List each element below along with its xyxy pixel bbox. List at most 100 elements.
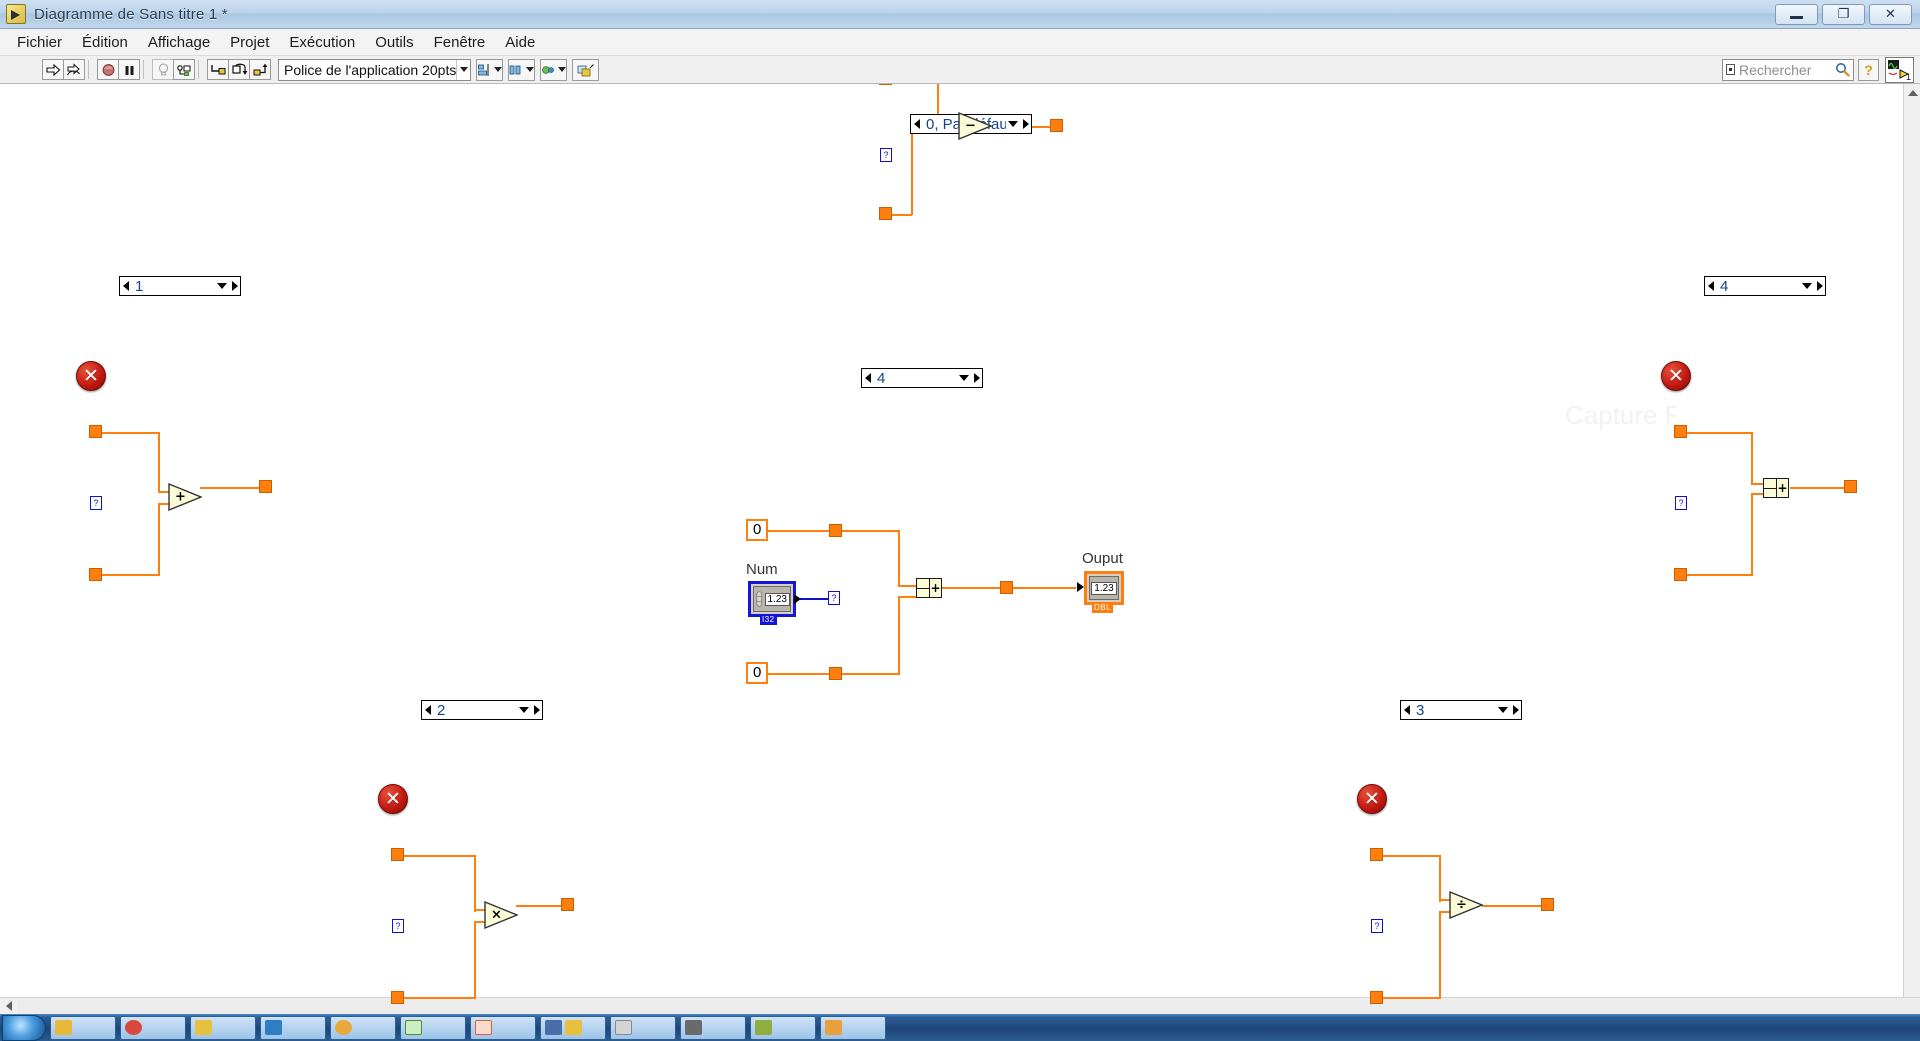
step-into-button[interactable] bbox=[207, 59, 229, 80]
case-1-selector[interactable]: 1 bbox=[119, 276, 241, 296]
minimize-button[interactable] bbox=[1775, 3, 1818, 25]
run-continuously-button[interactable] bbox=[63, 59, 85, 80]
highlight-execution-button[interactable] bbox=[152, 59, 174, 80]
search-input[interactable]: Rechercher bbox=[1722, 58, 1854, 81]
distribute-objects-button[interactable] bbox=[508, 58, 536, 81]
help-button[interactable]: ? bbox=[1858, 58, 1879, 81]
vertical-scrollbar[interactable] bbox=[1903, 84, 1920, 1014]
align-objects-button[interactable] bbox=[476, 58, 504, 81]
case-main-tunnel-in-bottom[interactable] bbox=[829, 667, 842, 680]
operator-divide-case3[interactable]: ÷ bbox=[1449, 891, 1483, 919]
resize-chevron-down-icon[interactable] bbox=[558, 67, 567, 72]
case-main-next-icon[interactable] bbox=[971, 369, 982, 387]
case-2-prev-icon[interactable] bbox=[422, 701, 433, 719]
menu-edition[interactable]: Édition bbox=[72, 31, 138, 54]
case-4r-selector[interactable]: 4 bbox=[1704, 276, 1826, 296]
case-main-tunnel-in-top[interactable] bbox=[829, 524, 842, 537]
case-2-tunnel-in-top[interactable] bbox=[391, 848, 404, 861]
step-over-button[interactable] bbox=[228, 59, 250, 80]
case-4r-tunnel-in-bottom[interactable] bbox=[1674, 568, 1687, 581]
menu-fichier[interactable]: Fichier bbox=[7, 31, 72, 54]
case-4r-tunnel-out[interactable] bbox=[1844, 480, 1857, 493]
taskbar-item-4[interactable] bbox=[260, 1015, 326, 1040]
ouput-indicator-terminal[interactable]: 1.23 bbox=[1084, 571, 1124, 605]
menu-outils[interactable]: Outils bbox=[365, 31, 423, 54]
menu-fenetre[interactable]: Fenêtre bbox=[424, 31, 496, 54]
case-default-tunnel-out[interactable] bbox=[1050, 119, 1063, 132]
case-main-prev-icon[interactable] bbox=[862, 369, 873, 387]
case-main-selector-terminal[interactable]: ? bbox=[828, 591, 840, 605]
case-1-selector-terminal[interactable]: ? bbox=[90, 496, 102, 510]
taskbar-item-7[interactable] bbox=[470, 1015, 536, 1040]
case-3-tunnel-in-bottom[interactable] bbox=[1370, 991, 1383, 1004]
case-3-error-badge[interactable] bbox=[1357, 784, 1387, 814]
case-2-tunnel-out[interactable] bbox=[561, 898, 574, 911]
case-4r-tunnel-in-top[interactable] bbox=[1674, 425, 1687, 438]
run-button[interactable] bbox=[42, 59, 64, 80]
operator-add-case4right[interactable]: + bbox=[1763, 478, 1789, 498]
horizontal-scroll-track[interactable] bbox=[17, 998, 1920, 1014]
case-3-selector[interactable]: 3 bbox=[1400, 700, 1522, 720]
operator-subtract[interactable]: − bbox=[958, 112, 992, 140]
restore-button[interactable]: ❐ bbox=[1822, 3, 1865, 25]
operator-add-case1[interactable]: + bbox=[168, 483, 202, 511]
taskbar-item-10[interactable] bbox=[680, 1015, 746, 1040]
case-1-tunnel-in-top[interactable] bbox=[89, 425, 102, 438]
case-2-error-badge[interactable] bbox=[378, 784, 408, 814]
case-main-tunnel-out[interactable] bbox=[1000, 581, 1013, 594]
case-1-next-icon[interactable] bbox=[229, 277, 240, 295]
case-structure-2[interactable] bbox=[393, 713, 571, 937]
case-2-selector-terminal[interactable]: ? bbox=[392, 919, 404, 933]
case-3-prev-icon[interactable] bbox=[1401, 701, 1412, 719]
case-default-prev-icon[interactable] bbox=[911, 115, 922, 133]
case-3-tunnel-out[interactable] bbox=[1541, 898, 1554, 911]
taskbar-item-8[interactable] bbox=[540, 1015, 606, 1040]
taskbar-item-9[interactable] bbox=[610, 1015, 676, 1040]
case-4r-error-badge[interactable] bbox=[1661, 361, 1691, 391]
case-structure-1[interactable] bbox=[91, 289, 269, 513]
case-4r-prev-icon[interactable] bbox=[1705, 277, 1716, 295]
numeric-constant-top[interactable]: 0 bbox=[746, 519, 769, 541]
case-1-tunnel-in-bottom[interactable] bbox=[89, 568, 102, 581]
case-default-next-icon[interactable] bbox=[1020, 115, 1031, 133]
num-control-terminal[interactable]: 1.23 bbox=[748, 581, 796, 617]
font-selector-chevron-down-icon[interactable] bbox=[456, 59, 470, 80]
case-3-tunnel-in-top[interactable] bbox=[1370, 848, 1383, 861]
close-button[interactable]: ✕ bbox=[1869, 3, 1912, 25]
abort-execution-button[interactable] bbox=[97, 59, 119, 80]
operator-add-main[interactable]: + bbox=[916, 578, 942, 598]
scroll-up-button[interactable] bbox=[1904, 84, 1920, 101]
case-default-tunnel-in-top[interactable] bbox=[879, 84, 892, 85]
operator-multiply-case2[interactable]: × bbox=[484, 901, 518, 929]
case-3-next-icon[interactable] bbox=[1510, 701, 1521, 719]
case-1-chevron-down-icon[interactable] bbox=[215, 277, 229, 295]
case-2-chevron-down-icon[interactable] bbox=[517, 701, 531, 719]
case-main-selector[interactable]: 4 bbox=[861, 368, 983, 388]
start-button[interactable] bbox=[2, 1014, 46, 1041]
align-chevron-down-icon[interactable] bbox=[494, 67, 503, 72]
case-default-tunnel-in-bottom[interactable] bbox=[879, 207, 892, 220]
horizontal-scrollbar[interactable] bbox=[0, 997, 1920, 1014]
pause-button[interactable] bbox=[118, 59, 140, 80]
resize-objects-button[interactable] bbox=[540, 58, 568, 81]
case-3-selector-terminal[interactable]: ? bbox=[1371, 919, 1383, 933]
case-main-chevron-down-icon[interactable] bbox=[957, 369, 971, 387]
case-4r-next-icon[interactable] bbox=[1814, 277, 1825, 295]
distribute-chevron-down-icon[interactable] bbox=[526, 67, 535, 72]
case-4r-selector-terminal[interactable]: ? bbox=[1675, 496, 1687, 510]
taskbar-item-1[interactable] bbox=[50, 1015, 116, 1040]
taskbar-item-5[interactable] bbox=[330, 1015, 396, 1040]
labview-vi-icon[interactable]: 1 bbox=[1885, 56, 1914, 83]
taskbar-item-11[interactable] bbox=[750, 1015, 816, 1040]
block-diagram-canvas[interactable]: Capture Fenêtre 0, Par défaut − ? 1 bbox=[0, 84, 1903, 1014]
taskbar-item-2[interactable] bbox=[120, 1015, 186, 1040]
case-2-selector[interactable]: 2 bbox=[421, 700, 543, 720]
case-2-tunnel-in-bottom[interactable] bbox=[391, 991, 404, 1004]
step-out-button[interactable] bbox=[249, 59, 271, 80]
taskbar-item-12[interactable] bbox=[820, 1015, 886, 1040]
taskbar-item-3[interactable] bbox=[190, 1015, 256, 1040]
scroll-left-button[interactable] bbox=[0, 998, 17, 1015]
case-1-prev-icon[interactable] bbox=[120, 277, 131, 295]
case-4r-chevron-down-icon[interactable] bbox=[1800, 277, 1814, 295]
menu-affichage[interactable]: Affichage bbox=[138, 31, 220, 54]
